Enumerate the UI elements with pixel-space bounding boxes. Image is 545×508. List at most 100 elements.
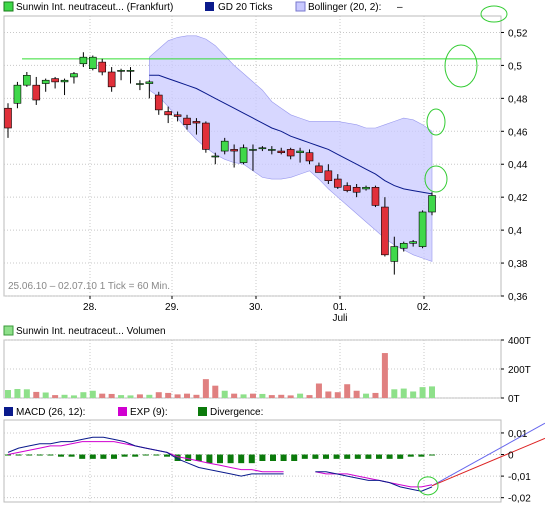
candle-body — [32, 84, 41, 101]
divergence-bar — [407, 454, 414, 457]
volume-bar — [410, 391, 417, 398]
divergence-bar — [238, 454, 245, 464]
volume-bar — [381, 353, 388, 398]
legend-swatch-divergence — [198, 407, 207, 416]
divergence-bar — [280, 454, 287, 461]
divergence-bar — [397, 454, 404, 459]
divergence-bar — [312, 454, 319, 459]
legend-swatch-volume — [3, 325, 14, 336]
divergence-bar — [5, 454, 11, 456]
divergence-bar — [217, 454, 223, 464]
price-y-ticks: 0,52 0,5 0,48 0,46 0,44 0,42 0,4 0,38 0,36 — [501, 28, 528, 303]
volume-bar — [344, 384, 351, 398]
price-xtick-label: 29. — [165, 302, 179, 313]
price-ytick-label: 0,4 — [508, 226, 522, 237]
legend-swatch-price — [3, 1, 14, 12]
candle-body — [249, 149, 257, 151]
candle-body — [136, 83, 144, 85]
divergence-bar — [100, 454, 107, 459]
candle-body — [51, 78, 59, 83]
divergence-bar — [26, 454, 33, 456]
legend-volume: Sunwin Int. neutraceut... Volumen — [3, 325, 166, 337]
candle-body — [390, 246, 399, 262]
candle-body — [98, 61, 107, 73]
divergence-bar — [185, 454, 192, 461]
candle-body — [409, 241, 417, 244]
volume-bar — [42, 392, 49, 398]
volume-bar — [23, 389, 30, 398]
divergence-bar — [15, 454, 22, 456]
candle-body — [192, 121, 201, 124]
candle-body — [296, 150, 304, 154]
candle-body — [117, 70, 125, 72]
volume-y-ticks: 400T 200T 0T — [501, 336, 531, 405]
divergence-bar — [365, 454, 372, 459]
volume-bar — [165, 392, 172, 398]
divergence-bar — [227, 454, 234, 464]
candle-body — [362, 186, 370, 190]
candle-body — [268, 149, 276, 151]
volume-panel-frame — [3, 339, 502, 399]
price-ytick-label: 0,5 — [508, 61, 522, 72]
volume-bar — [240, 394, 247, 398]
price-ytick-label: 0,52 — [508, 28, 528, 39]
divergence-bar — [195, 454, 202, 461]
divergence-bar — [354, 454, 361, 459]
candle-body — [164, 111, 172, 116]
volume-bar — [334, 392, 341, 398]
volume-bar — [212, 385, 219, 398]
candle-body — [41, 79, 50, 84]
candle-body — [277, 150, 286, 154]
volume-bar — [278, 394, 285, 398]
price-ytick-label: 0,36 — [508, 292, 528, 303]
candle-body — [230, 149, 238, 152]
divergence-bar — [121, 454, 128, 457]
volume-bar — [70, 395, 77, 398]
candle-body — [333, 178, 342, 188]
legend-divergence-label: Divergence: — [210, 407, 263, 418]
candle-body — [154, 94, 163, 111]
divergence-bar — [142, 454, 149, 456]
candle-body — [13, 84, 22, 104]
candle-body — [4, 107, 12, 129]
volume-bar — [400, 388, 407, 398]
volume-bar — [372, 392, 379, 398]
volume-bar — [52, 395, 59, 398]
volume-bar — [193, 394, 200, 398]
candle-body — [60, 79, 69, 83]
divergence-bar — [58, 454, 64, 457]
volume-bar — [363, 393, 370, 398]
volume-bar — [174, 394, 181, 398]
price-panel: 0,52 0,5 0,48 0,46 0,44 0,42 0,4 0,38 0,36 28. 29… — [3, 5, 528, 324]
candle-body — [173, 114, 182, 117]
candle-body — [286, 149, 295, 157]
price-xtick-sublabel: Juli — [332, 313, 347, 324]
candle-body — [371, 186, 380, 206]
volume-bar — [249, 393, 256, 398]
legend-main: Sunwin Int. neutraceut... (Frankfurt) GD… — [3, 1, 403, 13]
macd-y-ticks: 0,01 0 -0,01 -0,02 — [501, 429, 531, 505]
legend-exp-label: EXP (9): — [130, 407, 168, 418]
divergence-bar — [429, 454, 435, 456]
volume-bar — [184, 393, 191, 398]
divergence-bar — [36, 454, 43, 456]
volume-bar — [306, 395, 313, 398]
divergence-bar — [164, 454, 170, 457]
legend-swatch-macd — [4, 407, 13, 416]
volume-bar — [315, 383, 322, 398]
divergence-bar — [79, 454, 86, 459]
candle-body — [126, 70, 135, 72]
divergence-bar — [89, 454, 96, 459]
candle-body — [381, 206, 389, 256]
volume-bar — [259, 393, 266, 398]
candle-body — [202, 122, 210, 150]
volume-ytick-label: 400T — [508, 336, 531, 347]
divergence-bar — [333, 454, 340, 459]
candle-body — [343, 185, 352, 191]
price-ytick-label: 0,46 — [508, 127, 528, 138]
legend-macd: MACD (26, 12): EXP (9): Divergence: — [4, 407, 263, 418]
price-xtick-label: 30. — [249, 302, 263, 313]
volume-ytick-label: 0T — [508, 394, 520, 405]
info-text: 25.06.10 – 02.07.10 1 Tick = 60 Min. — [8, 281, 170, 292]
price-xtick-label: 02. — [417, 302, 431, 313]
